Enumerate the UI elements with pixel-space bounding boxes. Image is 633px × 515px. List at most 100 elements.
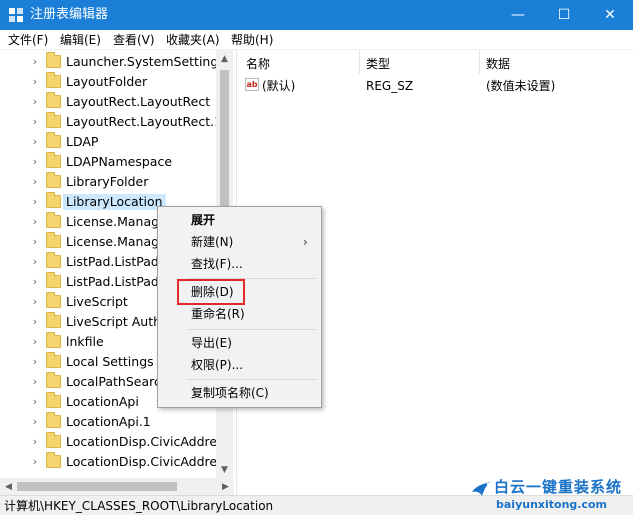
tree-item[interactable]: › LocationDisp.CivicAddress <box>0 452 230 472</box>
folder-icon <box>46 272 61 288</box>
menu-separator <box>188 379 316 380</box>
expand-chevron-icon[interactable]: › <box>29 95 41 109</box>
tree-item-label: LiveScript <box>66 294 128 309</box>
watermark-title: 白云一键重装系统 <box>494 478 623 496</box>
tree-item-label: LayoutRect.LayoutRect.1 <box>66 114 223 129</box>
expand-chevron-icon[interactable]: › <box>29 55 41 69</box>
tree-item-label: LayoutFolder <box>66 74 148 89</box>
tree-horizontal-scrollbar[interactable]: ◀ ▶ <box>0 478 234 495</box>
folder-icon <box>46 192 61 208</box>
menu-item-export[interactable]: 导出(E) <box>158 332 321 354</box>
column-separator[interactable] <box>479 50 480 74</box>
tree-item[interactable]: › LayoutRect.LayoutRect <box>0 92 220 112</box>
expand-chevron-icon[interactable]: › <box>29 375 41 389</box>
expand-chevron-icon[interactable]: › <box>29 115 41 129</box>
menu-item-new[interactable]: 新建(N) › <box>158 231 321 253</box>
scroll-down-icon[interactable]: ▼ <box>216 461 233 478</box>
menu-item-label: 权限(P)... <box>191 358 244 372</box>
folder-icon <box>46 392 61 408</box>
menu-item-find[interactable]: 查找(F)... <box>158 253 321 275</box>
menu-item-expand[interactable]: 展开 <box>158 209 321 231</box>
folder-icon <box>46 332 61 348</box>
scroll-up-icon[interactable]: ▲ <box>216 50 233 67</box>
folder-icon <box>46 232 61 248</box>
context-menu: 展开 新建(N) › 查找(F)... 删除(D) 重命名(R) 导出(E) 权… <box>157 206 322 408</box>
value-data: (数值未设置) <box>486 79 556 93</box>
menu-item-copy-key-name[interactable]: 复制项名称(C) <box>158 382 321 404</box>
menu-item-label: 导出(E) <box>191 336 232 350</box>
tree-item-label: Local Settings <box>66 354 154 369</box>
value-name: (默认) <box>262 79 296 93</box>
expand-chevron-icon[interactable]: › <box>29 355 41 369</box>
menu-item-permissions[interactable]: 权限(P)... <box>158 354 321 376</box>
tree-item[interactable]: › LocationDisp.CivicAddress <box>0 432 230 452</box>
scroll-right-icon[interactable]: ▶ <box>217 478 234 495</box>
tree-item[interactable]: › LayoutRect.LayoutRect.1 <box>0 112 223 132</box>
menu-item-label: 复制项名称(C) <box>191 386 269 400</box>
minimize-icon: — <box>511 7 525 23</box>
column-header-name[interactable]: 名称 <box>246 56 270 72</box>
folder-icon <box>46 412 61 428</box>
menu-edit[interactable]: 编辑(E) <box>58 32 103 48</box>
tree-item[interactable]: › LibraryFolder <box>0 172 220 192</box>
delete-highlight-box <box>177 279 245 305</box>
scroll-left-icon[interactable]: ◀ <box>0 478 17 495</box>
tree-item-label: LocationDisp.CivicAddress <box>66 454 231 469</box>
expand-chevron-icon[interactable]: › <box>29 295 41 309</box>
maximize-icon: ☐ <box>557 7 571 23</box>
scroll-thumb-horizontal[interactable] <box>17 482 177 491</box>
close-button[interactable]: ✕ <box>587 0 633 30</box>
menu-separator <box>188 329 316 330</box>
menu-bar: 文件(F) 编辑(E) 查看(V) 收藏夹(A) 帮助(H) <box>0 30 633 50</box>
tree-item-label: LibraryLocation <box>63 194 166 210</box>
expand-chevron-icon[interactable]: › <box>29 175 41 189</box>
expand-chevron-icon[interactable]: › <box>29 395 41 409</box>
expand-chevron-icon[interactable]: › <box>29 275 41 289</box>
expand-chevron-icon[interactable]: › <box>29 315 41 329</box>
expand-chevron-icon[interactable]: › <box>29 455 41 469</box>
tree-item-label: License.Manage <box>66 214 167 229</box>
expand-chevron-icon[interactable]: › <box>29 135 41 149</box>
expand-chevron-icon[interactable]: › <box>29 155 41 169</box>
window-title: 注册表编辑器 <box>30 7 109 22</box>
expand-chevron-icon[interactable]: › <box>29 235 41 249</box>
folder-icon <box>46 372 61 388</box>
watermark: 白云一键重装系统 baiyunxitong.com <box>470 474 630 514</box>
tree-item[interactable]: › LocationApi.1 <box>0 412 220 432</box>
tree-item-label: ListPad.ListPad <box>66 254 159 269</box>
menu-view[interactable]: 查看(V) <box>111 32 157 48</box>
folder-icon <box>46 152 61 168</box>
expand-chevron-icon[interactable]: › <box>29 435 41 449</box>
registry-editor-icon <box>9 8 23 22</box>
tree-item[interactable]: › LayoutFolder <box>0 72 220 92</box>
tree-item[interactable]: › LDAP <box>0 132 220 152</box>
expand-chevron-icon[interactable]: › <box>29 215 41 229</box>
tree-item[interactable]: › Launcher.SystemSettings <box>0 52 225 72</box>
value-type: REG_SZ <box>366 79 414 93</box>
maximize-button[interactable]: ☐ <box>541 0 587 30</box>
expand-chevron-icon[interactable]: › <box>29 75 41 89</box>
menu-help[interactable]: 帮助(H) <box>229 32 275 48</box>
column-separator[interactable] <box>359 50 360 74</box>
column-header-type[interactable]: 类型 <box>366 56 390 72</box>
tree-item-label: License.Manage <box>66 234 167 249</box>
menu-item-label: 展开 <box>191 213 216 227</box>
menu-item-rename[interactable]: 重命名(R) <box>158 303 321 325</box>
bird-logo-icon <box>472 482 490 496</box>
scroll-thumb[interactable] <box>220 70 229 220</box>
tree-item-label: LiveScript Autho <box>66 314 169 329</box>
minimize-button[interactable]: — <box>495 0 541 30</box>
expand-chevron-icon[interactable]: › <box>29 195 41 209</box>
expand-chevron-icon[interactable]: › <box>29 255 41 269</box>
value-row[interactable]: ab (默认) REG_SZ (数值未设置) <box>238 76 633 96</box>
folder-icon <box>46 212 61 228</box>
column-header-data[interactable]: 数据 <box>486 56 510 72</box>
tree-item-label: LDAPNamespace <box>66 154 173 169</box>
expand-chevron-icon[interactable]: › <box>29 415 41 429</box>
tree-item[interactable]: › LDAPNamespace <box>0 152 220 172</box>
expand-chevron-icon[interactable]: › <box>29 335 41 349</box>
menu-favorites[interactable]: 收藏夹(A) <box>164 32 222 48</box>
tree-item-label: LocationApi <box>66 394 139 409</box>
folder-icon <box>46 432 61 448</box>
menu-file[interactable]: 文件(F) <box>6 32 50 48</box>
